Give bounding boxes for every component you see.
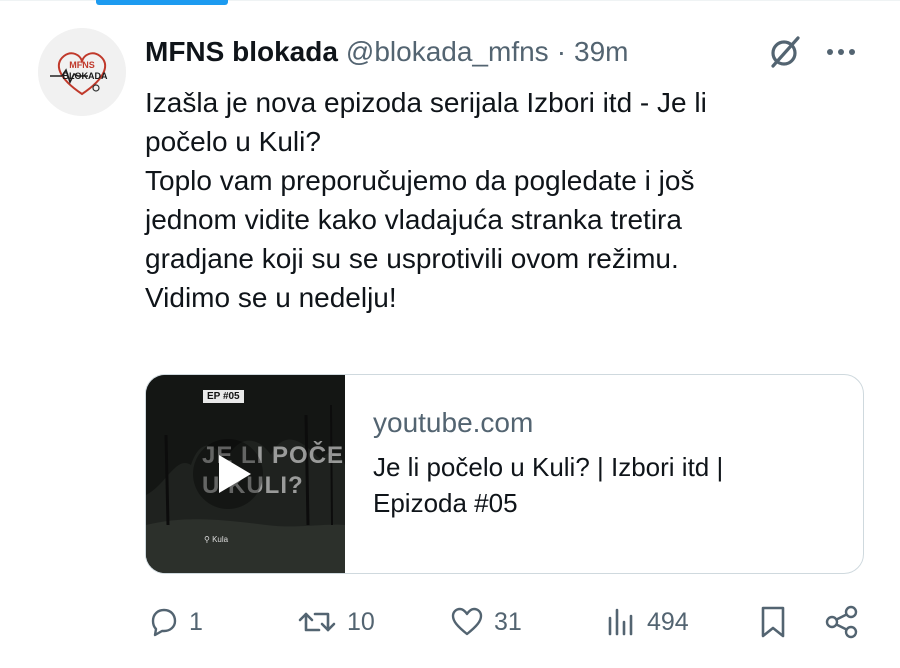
views-count: 494: [647, 607, 689, 636]
thumbnail-location: ⚲ Kula: [204, 535, 228, 544]
play-icon: [219, 455, 251, 493]
card-text[interactable]: youtube.com Je li počelo u Kuli? | Izbor…: [373, 403, 843, 521]
timestamp[interactable]: 39m: [574, 36, 628, 68]
tweet-text-line: jednom vidite kako vladajuća stranka tre…: [145, 204, 682, 235]
action-bar: 1 10 31 494: [0, 600, 900, 644]
episode-badge: EP #05: [203, 390, 244, 403]
card-title-line: Je li počelo u Kuli? | Izbori itd |: [373, 452, 724, 482]
views-icon: [608, 608, 633, 636]
card-title: Je li počelo u Kuli? | Izbori itd | Epiz…: [373, 449, 843, 521]
reply-button[interactable]: 1: [147, 600, 203, 644]
like-count: 31: [494, 607, 522, 636]
share-icon: [825, 605, 858, 639]
location-text: Kula: [212, 535, 229, 544]
card-title-line: Epizoda #05: [373, 488, 518, 518]
separator-dot: ·: [556, 36, 567, 67]
play-button[interactable]: [193, 439, 263, 509]
tweet-text-line: gradjane koji su se usprotivili ovom rež…: [145, 243, 679, 274]
more-icon[interactable]: [822, 38, 862, 66]
tweet-text: Izašla je nova epizoda serijala Izbori i…: [145, 83, 845, 317]
video-thumbnail[interactable]: EP #05 JE LI POČE U KULI? ⚲ Kula: [146, 375, 345, 573]
retweet-count: 10: [347, 607, 375, 636]
svg-text:MFNS: MFNS: [69, 60, 95, 70]
avatar-logo-icon: MFNS BLOKADA: [38, 28, 126, 116]
retweet-icon: [298, 612, 336, 632]
bookmark-icon: [761, 606, 785, 638]
like-button[interactable]: 31: [450, 600, 522, 644]
tweet-text-line: Toplo vam preporučujemo da pogledate i j…: [145, 165, 695, 196]
tab-indicator: [96, 0, 228, 5]
link-preview-card[interactable]: EP #05 JE LI POČE U KULI? ⚲ Kula youtube…: [145, 374, 864, 574]
card-domain: youtube.com: [373, 407, 534, 438]
svg-text:BLOKADA: BLOKADA: [63, 71, 108, 81]
user-handle[interactable]: @blokada_mfns: [346, 36, 549, 68]
like-icon: [451, 607, 483, 636]
grok-icon[interactable]: [767, 34, 803, 70]
reply-icon: [151, 608, 177, 637]
tweet-text-line: Izašla je nova epizoda serijala Izbori i…: [145, 87, 707, 118]
location-pin-icon: ⚲: [204, 535, 213, 544]
tweet-text-line: Vidimo se u nedelju!: [145, 282, 397, 313]
share-button[interactable]: [824, 600, 860, 644]
tweet-header: MFNS blokada @blokada_mfns · 39m: [145, 30, 865, 74]
avatar[interactable]: MFNS BLOKADA: [38, 28, 126, 116]
retweet-button[interactable]: 10: [297, 600, 375, 644]
display-name[interactable]: MFNS blokada: [145, 36, 338, 68]
tweet-text-line: počelo u Kuli?: [145, 126, 321, 157]
bookmark-button[interactable]: [758, 600, 788, 644]
views-button[interactable]: 494: [605, 600, 689, 644]
reply-count: 1: [189, 607, 203, 636]
